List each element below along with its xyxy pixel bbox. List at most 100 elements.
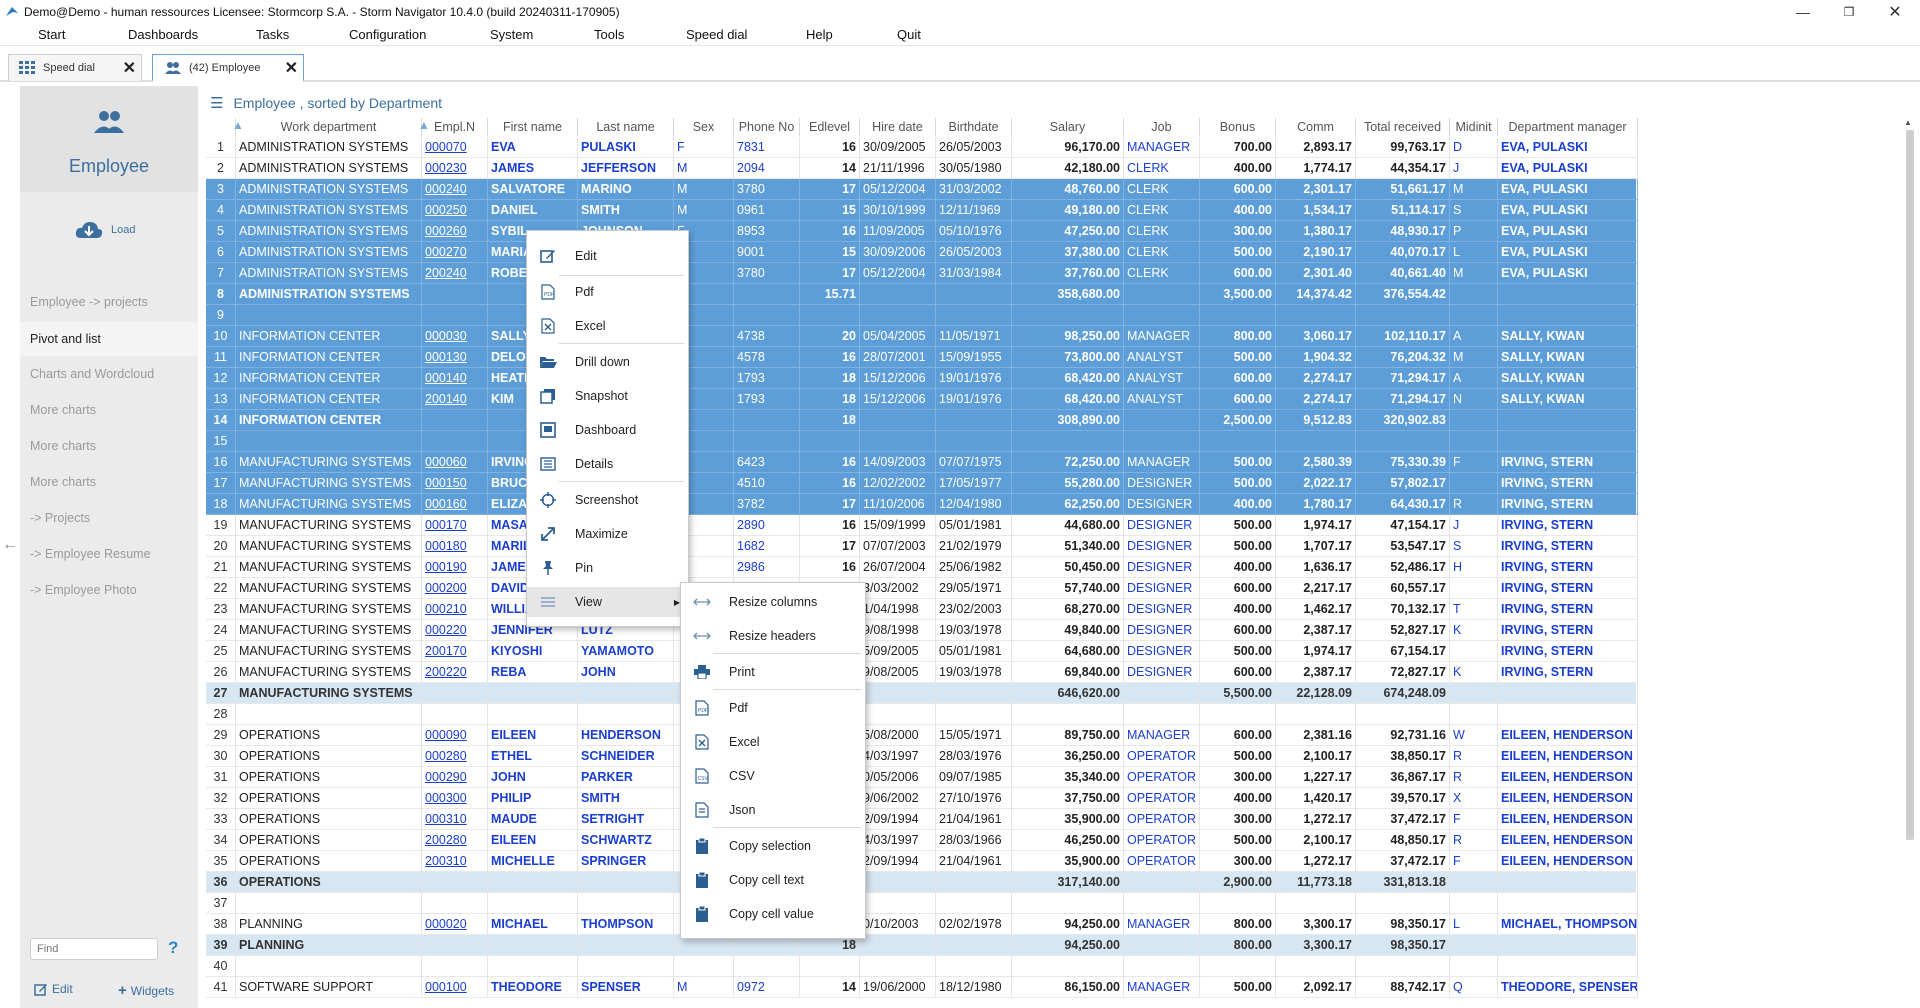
menu-item-copy-cell-value[interactable]: Copy cell value: [681, 899, 865, 929]
menu-dashboards[interactable]: Dashboards: [128, 27, 198, 42]
sidebar-item-employee-projects[interactable]: Employee -> projects: [30, 295, 148, 309]
load-button[interactable]: Load: [75, 220, 135, 240]
menu-quit[interactable]: Quit: [897, 27, 921, 42]
cell-emp[interactable]: 200220: [422, 662, 488, 683]
cell-emp[interactable]: 000060: [422, 452, 488, 473]
subtotal-row[interactable]: 39 PLANNING 18 94,250.00 800.00 3,300.17 98,35…: [206, 935, 1638, 956]
scroll-up-icon[interactable]: ▲: [1904, 118, 1912, 127]
column-header[interactable]: Comm: [1276, 118, 1356, 136]
column-header[interactable]: Midinit: [1450, 118, 1498, 136]
column-header[interactable]: Hire date: [860, 118, 936, 136]
menu-item-snapshot[interactable]: Snapshot: [527, 381, 688, 411]
column-header[interactable]: Total received: [1356, 118, 1450, 136]
tab-employee[interactable]: (42) Employee ✕: [152, 54, 304, 82]
table-row[interactable]: 33 OPERATIONS 000310 MAUDE SETRIGHT 2/09/1994…: [206, 809, 1638, 830]
scrollbar-thumb[interactable]: [1906, 130, 1914, 840]
subtotal-row[interactable]: 8 ADMINISTRATION SYSTEMS 15.71 358,680.00 3,…: [206, 284, 1638, 305]
close-window-button[interactable]: ✕: [1872, 0, 1918, 24]
menu-item-copy-selection[interactable]: Copy selection: [681, 831, 865, 861]
cell-emp[interactable]: [422, 704, 488, 725]
column-header[interactable]: Phone No: [734, 118, 800, 136]
cell-emp[interactable]: [422, 431, 488, 452]
cell-emp[interactable]: 000160: [422, 494, 488, 515]
cell-emp[interactable]: 000150: [422, 473, 488, 494]
close-icon[interactable]: ✕: [285, 58, 298, 78]
column-header[interactable]: Empl.N: [422, 118, 488, 136]
table-row[interactable]: 11 INFORMATION CENTER 000130 DELORES 4578 16 2…: [206, 347, 1638, 368]
column-header[interactable]: Last name: [578, 118, 674, 136]
widgets-button[interactable]: + Widgets: [118, 982, 174, 999]
cell-emp[interactable]: 000290: [422, 767, 488, 788]
cell-emp[interactable]: 000190: [422, 557, 488, 578]
table-row[interactable]: 7 ADMINISTRATION SYSTEMS 200240 ROBERT 3780 1…: [206, 263, 1638, 284]
cell-emp[interactable]: 000130: [422, 347, 488, 368]
menu-item-excel[interactable]: Excel: [527, 311, 688, 341]
cell-emp[interactable]: [422, 410, 488, 431]
table-row[interactable]: 22 MANUFACTURING SYSTEMS 000200 DAVID 3/03/2…: [206, 578, 1638, 599]
menu-item-copy-cell-text[interactable]: Copy cell text: [681, 865, 865, 895]
cell-emp[interactable]: 000200: [422, 578, 488, 599]
column-header[interactable]: Birthdate: [936, 118, 1012, 136]
blank-row[interactable]: 15: [206, 431, 1638, 452]
cell-emp[interactable]: [422, 683, 488, 704]
table-row[interactable]: 38 PLANNING 000020 MICHAEL THOMPSON 0/10/2003…: [206, 914, 1638, 935]
cell-emp[interactable]: 000180: [422, 536, 488, 557]
menu-item-edit[interactable]: Edit: [527, 241, 688, 271]
menu-configuration[interactable]: Configuration: [349, 27, 426, 42]
edit-button[interactable]: Edit: [34, 982, 73, 996]
cell-emp[interactable]: [422, 305, 488, 326]
column-header[interactable]: Work department: [236, 118, 422, 136]
help-icon[interactable]: ?: [168, 938, 178, 958]
column-header[interactable]: Bonus: [1200, 118, 1276, 136]
cell-emp[interactable]: [422, 956, 488, 977]
table-row[interactable]: 17 MANUFACTURING SYSTEMS 000150 BRUCE 4510 16…: [206, 473, 1638, 494]
column-header[interactable]: Edlevel: [800, 118, 860, 136]
menu-item-resize-headers[interactable]: Resize headers: [681, 621, 865, 651]
table-row[interactable]: 24 MANUFACTURING SYSTEMS 000220 JENNIFER LUT…: [206, 620, 1638, 641]
sidebar-item-charts-and-wordcloud[interactable]: Charts and Wordcloud: [30, 367, 154, 381]
menu-item-maximize[interactable]: Maximize: [527, 519, 688, 549]
table-row[interactable]: 32 OPERATIONS 000300 PHILIP SMITH 9/06/2002 27…: [206, 788, 1638, 809]
menu-start[interactable]: Start: [38, 27, 65, 42]
sidebar-item-more-charts[interactable]: More charts: [30, 475, 96, 489]
menu-item-json[interactable]: Json: [681, 795, 865, 825]
table-row[interactable]: 19MANUFACTURING SYSTEMS000170MASATOSHI28…: [206, 515, 1638, 536]
subtotal-row[interactable]: 27 MANUFACTURING SYSTEMS 646,620.00 5,500.0…: [206, 683, 1638, 704]
menu-item-resize-columns[interactable]: Resize columns: [681, 587, 865, 617]
menu-tasks[interactable]: Tasks: [256, 27, 289, 42]
sidebar-item-more-charts[interactable]: More charts: [30, 403, 96, 417]
menu-item-screenshot[interactable]: Screenshot: [527, 485, 688, 515]
column-header[interactable]: First name: [488, 118, 578, 136]
tab-speed-dial[interactable]: Speed dial ✕: [8, 54, 142, 81]
cell-emp[interactable]: 000270: [422, 242, 488, 263]
menu-item-pdf[interactable]: PDF Pdf: [527, 277, 688, 307]
sidebar-item-more-charts[interactable]: More charts: [30, 439, 96, 453]
hamburger-icon[interactable]: ☰: [210, 94, 223, 112]
table-row[interactable]: 34 OPERATIONS 200280 EILEEN SCHWARTZ 4/03/199…: [206, 830, 1638, 851]
menu-speed-dial[interactable]: Speed dial: [686, 27, 747, 42]
table-row[interactable]: 23 MANUFACTURING SYSTEMS 000210 WILLIAM 1/04…: [206, 599, 1638, 620]
table-row[interactable]: 12 INFORMATION CENTER 000140 HEATHER 1793 18 1…: [206, 368, 1638, 389]
cell-emp[interactable]: 000210: [422, 599, 488, 620]
menu-tools[interactable]: Tools: [594, 27, 624, 42]
menu-system[interactable]: System: [490, 27, 533, 42]
collapse-panel-arrow-icon[interactable]: ←: [2, 536, 18, 554]
find-input[interactable]: [30, 938, 158, 960]
cell-emp[interactable]: 000020: [422, 914, 488, 935]
cell-emp[interactable]: 200170: [422, 641, 488, 662]
sidebar-item-projects[interactable]: -> Projects: [30, 511, 90, 525]
table-row[interactable]: 35 OPERATIONS 200310 MICHELLE SPRINGER 2/09/1…: [206, 851, 1638, 872]
table-row[interactable]: 13 INFORMATION CENTER 200140 KIM 1793 18 15/12…: [206, 389, 1638, 410]
menu-item-dashboard[interactable]: Dashboard: [527, 415, 688, 445]
blank-row[interactable]: 9: [206, 305, 1638, 326]
cell-emp[interactable]: 200140: [422, 389, 488, 410]
table-row[interactable]: 26 MANUFACTURING SYSTEMS 200220 REBA JOHN 9/0…: [206, 662, 1638, 683]
cell-emp[interactable]: 000170: [422, 515, 488, 536]
cell-emp[interactable]: 000230: [422, 158, 488, 179]
menu-item-pdf[interactable]: PDF Pdf: [681, 693, 865, 723]
table-row[interactable]: 3 ADMINISTRATION SYSTEMS 000240 SALVATORE MA…: [206, 179, 1638, 200]
cell-emp[interactable]: 000250: [422, 200, 488, 221]
cell-emp[interactable]: 000140: [422, 368, 488, 389]
cell-emp[interactable]: 000310: [422, 809, 488, 830]
table-row[interactable]: 5ADMINISTRATION SYSTEMS000260SYBILJOHNSO…: [206, 221, 1638, 242]
